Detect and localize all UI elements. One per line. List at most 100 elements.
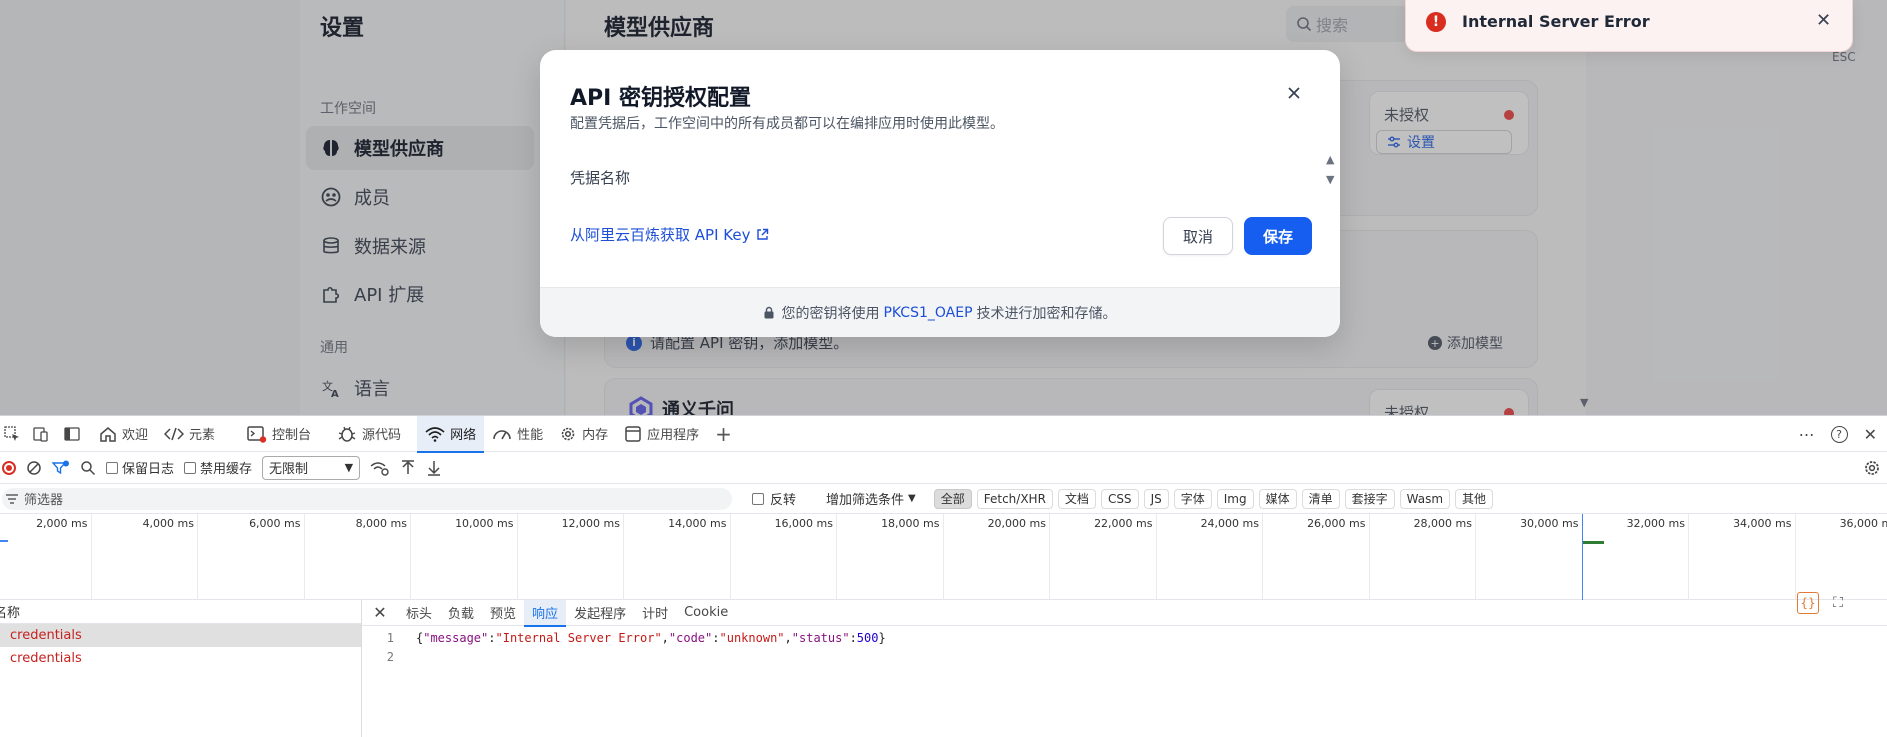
timeline-tick-label: 32,000 ms [1626,517,1685,530]
timeline-tick-label: 34,000 ms [1733,517,1792,530]
pretty-print-icon[interactable]: {} [1797,592,1819,614]
code-icon [164,427,185,440]
tab-headers[interactable]: 标头 [398,600,440,626]
search-icon[interactable] [80,460,96,476]
cancel-button[interactable]: 取消 [1163,217,1233,255]
gauge-icon [493,429,511,439]
request-row[interactable]: credentials [0,647,361,670]
preserve-log-label: 保留日志 [122,462,175,477]
tab-console[interactable]: 控制台 [239,416,319,452]
modal-scrollbar[interactable]: ▲ ▼ [1326,150,1334,190]
json-key: "code" [668,630,713,645]
tab-elements[interactable]: 元素 [156,416,223,452]
bug-icon [338,426,356,442]
timeline-tick-label: 22,000 ms [1094,517,1153,530]
close-icon[interactable]: ✕ [1816,10,1831,31]
save-button[interactable]: 保存 [1244,217,1312,255]
filter-chip-manifest[interactable]: 清单 [1301,488,1340,509]
filter-input[interactable]: 筛选器 [2,487,732,510]
tab-memory[interactable]: 内存 [551,416,616,452]
filter-chip-css[interactable]: CSS [1100,488,1139,509]
checkbox-box [752,492,764,505]
disable-cache-checkbox[interactable]: 禁用缓存 [184,458,252,477]
timeline-request-bar [1582,514,1583,600]
request-detail: ✕ 标头 负载 预览 响应 发起程序 计时 Cookie 1 {"message… [362,599,1887,737]
request-row[interactable]: credentials [0,624,361,647]
json-value: "unknown" [719,630,785,645]
invert-checkbox[interactable]: 反转 [752,489,796,508]
detail-tab-bar: ✕ 标头 负载 预览 响应 发起程序 计时 Cookie [362,599,1887,627]
external-link-icon [757,228,769,240]
filter-icon[interactable] [52,460,70,476]
line-number: 1 [386,630,394,645]
help-icon[interactable]: ? [1830,425,1848,443]
checkbox-box [184,461,197,474]
timeline-tick-label: 26,000 ms [1307,517,1366,530]
tab-preview[interactable]: 预览 [482,600,524,626]
gear-icon[interactable] [1863,459,1881,477]
close-icon[interactable] [1283,82,1305,104]
device-toolbar-icon[interactable] [29,416,58,452]
clear-icon[interactable] [26,460,42,476]
throttling-select[interactable]: 无限制 ▼ [262,455,361,480]
filter-chip-media[interactable]: 媒体 [1258,488,1297,509]
get-api-key-link[interactable]: 从阿里云百炼获取 API Key [570,224,769,245]
tab-performance[interactable]: 性能 [484,416,551,452]
tab-initiator[interactable]: 发起程序 [566,600,634,626]
tab-cookies[interactable]: Cookie [676,600,736,626]
more-options-icon[interactable]: ⋯ [1799,425,1815,444]
filter-chip-fetch-xhr[interactable]: Fetch/XHR [976,488,1053,509]
filter-chip-font[interactable]: 字体 [1173,488,1212,509]
add-tab-plus-icon[interactable]: + [707,416,740,452]
devtools-right-controls: ⋯ ? ✕ [1799,416,1877,452]
name-column-header: 名称 [0,606,21,621]
get-api-key-link-text: 从阿里云百炼获取 API Key [570,226,751,244]
tab-label: 控制台 [272,428,312,443]
more-filters-dropdown[interactable]: 增加筛选条件 ▼ [826,489,916,508]
error-toast: ! Internal Server Error ✕ [1405,0,1853,52]
inspect-element-icon[interactable] [0,416,29,452]
timeline-tick-label: 24,000 ms [1200,517,1259,530]
encryption-method-link[interactable]: PKCS1_OAEP [883,305,972,321]
filter-chip-other[interactable]: 其他 [1455,488,1494,509]
network-conditions-icon[interactable] [370,460,390,476]
timeline-tick-label: 4,000 ms [142,517,194,530]
network-timeline[interactable]: 2,000 ms 4,000 ms 6,000 ms 8,000 ms 10,000 m… [0,514,1887,600]
devtools-panel: 欢迎 元素 控制台 源代码 网络 性能 内存 应用程序 + ⋯ ? ✕ 保留日志… [0,415,1887,737]
filter-placeholder: 筛选器 [24,493,64,508]
tab-response[interactable]: 响应 [524,599,567,627]
close-devtools-icon[interactable]: ✕ [1864,425,1877,444]
timeline-tick-label: 36,000 ms [1839,517,1887,530]
tab-network[interactable]: 网络 [417,415,485,453]
app-icon [625,425,641,442]
network-toolbar: 保留日志 禁用缓存 无限制 ▼ [0,452,1887,484]
console-icon [247,425,267,443]
filter-chip-socket[interactable]: 套接字 [1344,488,1395,509]
tab-welcome[interactable]: 欢迎 [91,416,156,452]
tab-timing[interactable]: 计时 [634,600,676,626]
checkbox-box [106,461,118,474]
tab-application[interactable]: 应用程序 [616,416,707,452]
record-icon[interactable] [2,460,16,475]
request-list-header[interactable]: 名称 [0,600,361,624]
expand-icon[interactable]: ⛶ [1828,592,1848,614]
import-har-icon[interactable] [400,459,416,476]
export-har-icon[interactable] [426,460,442,476]
filter-chip-all[interactable]: 全部 [933,488,972,509]
filter-chip-img[interactable]: Img [1216,488,1254,509]
dock-side-icon[interactable] [58,416,91,452]
close-icon[interactable]: ✕ [362,603,398,622]
filter-chip-doc[interactable]: 文档 [1057,488,1096,509]
preserve-log-checkbox[interactable]: 保留日志 [106,458,174,477]
disable-cache-label: 禁用缓存 [200,462,253,477]
timeline-tick-label: 18,000 ms [881,517,940,530]
timeline-tick-label: 20,000 ms [987,517,1046,530]
code-content: {"message":"Internal Server Error","code… [416,630,886,645]
filter-chip-js[interactable]: JS [1143,488,1169,509]
tab-payload[interactable]: 负载 [440,600,482,626]
filter-chip-wasm[interactable]: Wasm [1399,488,1451,509]
response-body[interactable]: 1 {"message":"Internal Server Error","co… [362,626,1887,666]
modal-description: 配置凭据后，工作空间中的所有成员都可以在编排应用时使用此模型。 [570,116,1004,132]
home-icon [100,426,116,442]
tab-sources[interactable]: 源代码 [329,416,409,452]
